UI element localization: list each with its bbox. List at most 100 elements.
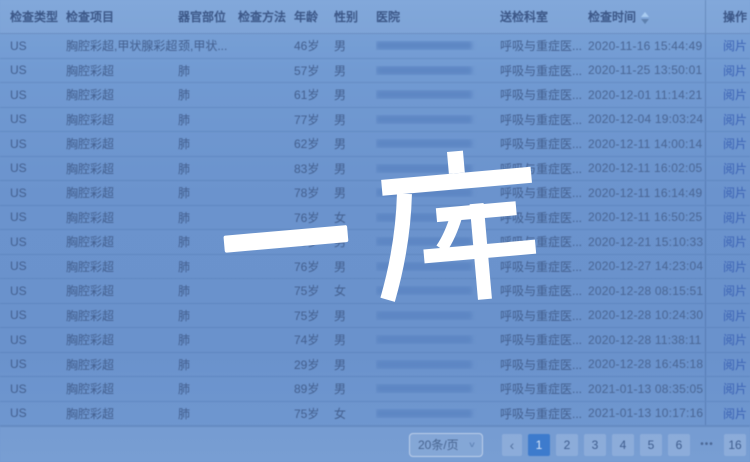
cell-organ: 肺 [178,184,238,201]
hospital-redacted-block [376,139,472,148]
cell-actions: 阅片 [705,230,750,254]
hospital-redacted-block [376,41,472,50]
cell-department: 呼吸与重症医... [500,111,588,128]
view-images-link[interactable]: 阅片 [723,135,747,152]
cell-department: 呼吸与重症医... [500,331,588,348]
cell-actions: 阅片 [705,206,750,230]
cell-hospital [376,335,500,344]
page-button-5[interactable]: 5 [640,434,662,456]
column-header-organ: 器官部位 [178,8,238,25]
cell-exam_type: US [10,112,66,126]
cell-gender: 男 [334,331,376,348]
sort-caret-icon[interactable] [641,12,649,24]
view-images-link[interactable]: 阅片 [723,307,747,324]
cell-exam_type: US [10,357,66,371]
cell-department: 呼吸与重症医... [500,282,588,299]
column-header-label: 检查方法 [238,10,286,24]
table-row: US胸腔彩超肺83岁男呼吸与重症医...2020-12-11 16:02:05阅… [0,157,750,182]
table-header-row: 检查类型检查项目器官部位检查方法年龄性别医院送检科室检查时间操作 [0,0,750,34]
cell-actions: 阅片 [705,108,750,132]
view-images-link[interactable]: 阅片 [723,209,747,226]
cell-department: 呼吸与重症医... [500,405,588,422]
cell-exam_time: 2020-12-11 14:00:14 [588,137,705,151]
cell-age: 75岁 [294,282,334,299]
cell-actions: 阅片 [705,353,750,377]
view-images-link[interactable]: 阅片 [723,111,747,128]
view-images-link[interactable]: 阅片 [723,258,747,275]
cell-gender: 男 [334,258,376,275]
table-row: US胸腔彩超肺29岁男呼吸与重症医...2020-12-28 16:45:18阅… [0,353,750,378]
cell-gender: 男 [334,160,376,177]
cell-department: 呼吸与重症医... [500,86,588,103]
page-button-3[interactable]: 3 [584,434,606,456]
cell-exam_item: 胸腔彩超 [66,135,178,152]
view-images-link[interactable]: 阅片 [723,184,747,201]
cell-exam_type: US [10,210,66,224]
cell-age: 62岁 [294,135,334,152]
cell-exam_type: US [10,406,66,420]
view-images-link[interactable]: 阅片 [723,160,747,177]
page-button-1[interactable]: 1 [528,434,550,456]
page-button-2[interactable]: 2 [556,434,578,456]
cell-hospital [376,213,500,222]
cell-exam_time: 2020-12-21 15:10:33 [588,235,705,249]
view-images-link[interactable]: 阅片 [723,282,747,299]
column-header-label: 医院 [376,10,400,24]
cell-exam_item: 胸腔彩超 [66,282,178,299]
cell-exam_time: 2020-12-11 16:50:25 [588,210,705,224]
cell-hospital [376,311,500,320]
cell-exam_time: 2020-12-28 11:38:11 [588,333,705,347]
hospital-redacted-block [376,115,472,124]
cell-organ: 肺 [178,62,238,79]
view-images-link[interactable]: 阅片 [723,86,747,103]
view-images-link[interactable]: 阅片 [723,62,747,79]
page-size-select[interactable]: 20条/页 ∨ [409,433,483,457]
table-row: US胸腔彩超肺76岁男呼吸与重症医...2020-12-27 14:23:04阅… [0,255,750,280]
column-header-label: 器官部位 [178,10,226,24]
cell-exam_type: US [10,259,66,273]
view-images-link[interactable]: 阅片 [723,331,747,348]
cell-exam_time: 2020-12-28 10:24:30 [588,308,705,322]
page-ellipsis[interactable]: ••• [696,434,718,456]
column-header-age: 年龄 [294,8,334,25]
cell-gender: 男 [334,62,376,79]
cell-gender: 男 [334,307,376,324]
view-images-link[interactable]: 阅片 [723,356,747,373]
prev-page-button[interactable]: ‹ [502,434,522,456]
cell-exam_time: 2021-01-13 08:35:05 [588,382,705,396]
cell-exam_time: 2020-12-28 08:15:51 [588,284,705,298]
cell-exam_item: 胸腔彩超 [66,62,178,79]
table-row: US胸腔彩超肺62岁男呼吸与重症医...2020-12-11 14:00:14阅… [0,132,750,157]
cell-exam_item: 胸腔彩超 [66,111,178,128]
pagination-bar: 20条/页 ∨ ‹ 123456 ••• 16 [0,426,750,462]
cell-gender: 男 [334,86,376,103]
cell-age: 29岁 [294,356,334,373]
cell-hospital [376,409,500,418]
cell-exam_item: 胸腔彩超 [66,405,178,422]
page-button-16[interactable]: 16 [724,434,746,456]
cell-hospital [376,164,500,173]
view-images-link[interactable]: 阅片 [723,37,747,54]
cell-exam_time: 2020-12-01 11:14:21 [588,88,705,102]
page-button-6[interactable]: 6 [668,434,690,456]
cell-hospital [376,237,500,246]
cell-hospital [376,115,500,124]
view-images-link[interactable]: 阅片 [723,405,747,422]
column-header-actions: 操作 [705,0,750,33]
cell-exam_type: US [10,88,66,102]
view-images-link[interactable]: 阅片 [723,380,747,397]
page-button-4[interactable]: 4 [612,434,634,456]
cell-hospital [376,90,500,99]
cell-age: 75岁 [294,307,334,324]
table-row: US胸腔彩超肺78岁男呼吸与重症医...2020-12-11 16:14:49阅… [0,181,750,206]
column-header-exam_time[interactable]: 检查时间 [588,8,705,25]
cell-gender: 男 [334,37,376,54]
cell-department: 呼吸与重症医... [500,356,588,373]
hospital-redacted-block [376,360,472,369]
view-images-link[interactable]: 阅片 [723,233,747,250]
hospital-redacted-block [376,335,472,344]
column-header-label: 检查时间 [588,10,636,24]
cell-hospital [376,139,500,148]
table-row: US胸腔彩超肺89岁男呼吸与重症医...2021-01-13 08:35:05阅… [0,377,750,402]
cell-organ: 肺 [178,307,238,324]
